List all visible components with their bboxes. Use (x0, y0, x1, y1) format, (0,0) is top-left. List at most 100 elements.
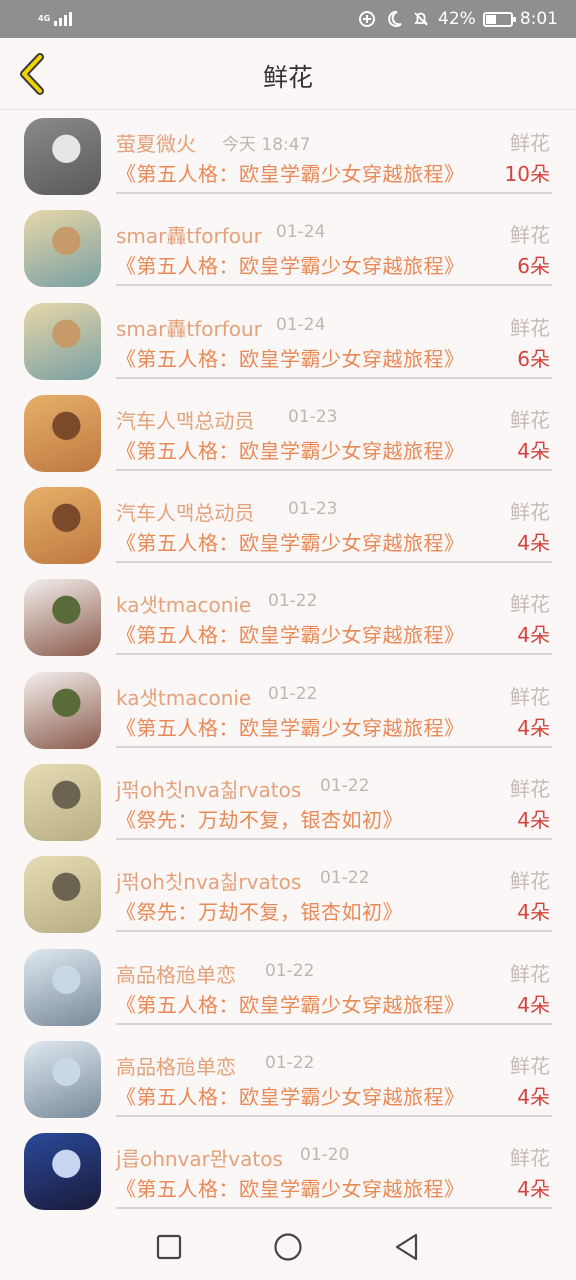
gift-type: 鲜花 (510, 1053, 550, 1078)
home-button[interactable] (268, 1227, 308, 1267)
user-name[interactable]: 汽车人맥总动员 (116, 497, 254, 526)
work-title[interactable]: 《第五人格：欧皇学霸少女穿越旅程》 (116, 619, 465, 648)
avatar[interactable] (24, 302, 101, 380)
flower-count: 6朵 (517, 346, 550, 371)
list-item[interactable]: j릅ohnvar뫈vatos 01-20 鲜花《第五人格：欧皇学霸少女穿越旅程》 4朵 (0, 1125, 576, 1217)
divider (116, 376, 552, 379)
avatar[interactable] (24, 1040, 101, 1118)
date: 01-20 (300, 1145, 350, 1166)
triangle-back-icon (395, 1233, 417, 1261)
list-item[interactable]: 汽车人맥总动员 01-23 鲜花 《第五人格：欧皇学霸少女穿越旅程》 4朵 (0, 387, 576, 479)
list-item[interactable]: j퍾oh칫nva칢rvatos 01-22 鲜花《祭先：万劫不复，银杏如初》 4朵 (0, 756, 576, 848)
gift-type: 鲜花 (510, 131, 550, 155)
work-title[interactable]: 《第五人格：欧皇学霸少女穿越旅程》 (116, 712, 465, 741)
network-type: 4G (38, 14, 51, 23)
work-title[interactable]: 《第五人格：欧皇学霸少女穿越旅程》 (116, 989, 465, 1018)
divider (116, 1207, 552, 1210)
user-name[interactable]: j릅ohnvar뫈vatos (116, 1143, 283, 1172)
battery-percent: 42% (438, 9, 476, 29)
work-title[interactable]: 《第五人格：欧皇学霸少女穿越旅程》 (116, 158, 465, 187)
work-title[interactable]: 《第五人格：欧皇学霸少女穿越旅程》 (116, 343, 465, 372)
avatar[interactable] (24, 394, 101, 472)
date: 01-22 (265, 960, 315, 981)
divider (116, 1114, 552, 1117)
work-title[interactable]: 《第五人格：欧皇学霸少女穿越旅程》 (116, 250, 465, 279)
work-title[interactable]: 《第五人格：欧皇学霸少女穿越旅程》 (116, 1173, 465, 1202)
nav-back-button[interactable] (387, 1227, 427, 1267)
avatar[interactable] (24, 671, 101, 749)
list-item[interactable]: smar轟tforfour 01-24 鲜花《第五人格：欧皇学霸少女穿越旅程》 6朵 (0, 295, 576, 387)
signal-icon (54, 12, 73, 26)
avatar[interactable] (24, 856, 101, 934)
status-bar: 4G 42% 8:01 (0, 0, 576, 38)
flower-list: 萤夏微火 今天 18:47 鲜花 《第五人格：欧皇学霸少女穿越旅程》 10朵 smar轟t… (0, 110, 576, 1218)
avatar[interactable] (24, 764, 101, 842)
date: 01-24 (276, 314, 326, 335)
divider (116, 930, 552, 933)
bell-off-icon (411, 9, 431, 29)
divider (116, 192, 552, 194)
user-name[interactable]: j퍾oh칫nva칢rvatos (116, 866, 301, 895)
user-name[interactable]: 萤夏微火 (116, 128, 196, 157)
avatar[interactable] (24, 118, 101, 195)
list-item[interactable]: j퍾oh칫nva칢rvatos 01-22 鲜花 《祭先：万劫不复，银杏如初》 4朵 (0, 848, 576, 940)
date: 01-22 (265, 1052, 315, 1073)
list-item[interactable]: smar轟tforfour 01-24 鲜花 《第五人格：欧皇学霸少女穿越旅程》 6朵 (0, 202, 576, 294)
flower-count: 4朵 (517, 900, 550, 925)
flower-count: 10朵 (504, 162, 550, 186)
battery-icon (482, 11, 516, 27)
list-item[interactable]: 萤夏微火 今天 18:47 鲜花 《第五人格：欧皇学霸少女穿越旅程》 10朵 (0, 110, 576, 202)
gift-type: 鲜花 (510, 1146, 550, 1171)
page-title: 鲜花 (262, 63, 313, 92)
work-title[interactable]: 《祭先：万劫不复，银杏如初》 (116, 896, 403, 925)
work-title[interactable]: 《第五人格：欧皇学霸少女穿越旅程》 (116, 435, 465, 464)
avatar[interactable] (24, 948, 101, 1026)
divider (116, 1022, 552, 1025)
flower-count: 4朵 (517, 715, 550, 740)
list-item[interactable]: 高品格兘单恋 01-22 鲜花《第五人格：欧皇学霸少女穿越旅程》 4朵 (0, 1033, 576, 1125)
date: 01-23 (288, 406, 338, 427)
gift-type: 鲜花 (510, 684, 550, 709)
user-name[interactable]: 高品格兘单恋 (116, 959, 236, 988)
date: 01-23 (288, 499, 338, 520)
flower-count: 4朵 (517, 1084, 550, 1109)
user-name[interactable]: smar轟tforfour (116, 313, 262, 342)
divider (116, 468, 552, 471)
user-name[interactable]: ka샛tmaconie (116, 682, 251, 711)
title-bar: 鲜花 (0, 38, 576, 110)
work-title[interactable]: 《第五人格：欧皇学霸少女穿越旅程》 (116, 527, 465, 556)
divider (116, 561, 552, 564)
user-name[interactable]: 汽车人맥总动员 (116, 405, 254, 434)
user-name[interactable]: 高品格兘单恋 (116, 1051, 236, 1080)
status-left: 4G (38, 12, 73, 26)
work-title[interactable]: 《祭先：万劫不复，银杏如初》 (116, 804, 403, 833)
date: 01-22 (320, 776, 370, 797)
gift-type: 鲜花 (510, 500, 550, 525)
avatar[interactable] (24, 1133, 101, 1211)
flower-count: 4朵 (517, 808, 550, 833)
divider (116, 745, 552, 748)
flower-count: 6朵 (517, 254, 550, 279)
clock: 8:01 (519, 9, 558, 29)
flower-count: 4朵 (517, 992, 550, 1017)
date: 01-22 (320, 868, 370, 889)
gift-type: 鲜花 (510, 961, 550, 986)
flower-count: 4朵 (517, 1177, 550, 1202)
avatar[interactable] (24, 579, 101, 657)
list-item[interactable]: 高品格兘单恋 01-22 鲜花《第五人格：欧皇学霸少女穿越旅程》 4朵 (0, 941, 576, 1033)
square-recent-apps-icon (157, 1234, 182, 1260)
user-name[interactable]: ka샛tmaconie (116, 589, 251, 618)
gift-type: 鲜花 (510, 777, 550, 802)
avatar[interactable] (24, 487, 101, 565)
gift-type: 鲜花 (510, 223, 550, 248)
list-item[interactable]: ka샛tmaconie 01-22 鲜花 《第五人格：欧皇学霸少女穿越旅程》 4朵 (0, 664, 576, 756)
list-item[interactable]: ka샛tmaconie 01-22 鲜花 《第五人格：欧皇学霸少女穿越旅程》 4朵 (0, 571, 576, 663)
circle-home-icon (274, 1233, 302, 1261)
work-title[interactable]: 《第五人格：欧皇学霸少女穿越旅程》 (116, 1081, 465, 1110)
recent-apps-button[interactable] (149, 1227, 189, 1267)
avatar[interactable] (24, 210, 101, 288)
user-name[interactable]: j퍾oh칫nva칢rvatos (116, 774, 301, 803)
gift-type: 鲜花 (510, 315, 550, 340)
user-name[interactable]: smar轟tforfour (116, 220, 262, 249)
list-item[interactable]: 汽车人맥总动员 01-23 鲜花 《第五人格：欧皇学霸少女穿越旅程》 4朵 (0, 479, 576, 571)
